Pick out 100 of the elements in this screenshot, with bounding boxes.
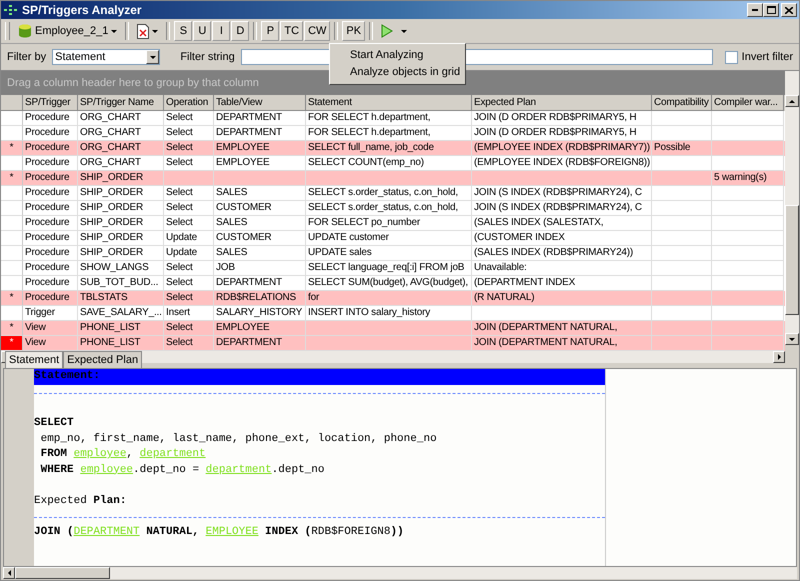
table-cell: ORG_CHART: [78, 111, 164, 126]
table-cell: Select: [164, 111, 214, 126]
toolbar-toggle-button[interactable]: PK: [342, 21, 366, 41]
column-header[interactable]: Compiler war...: [712, 95, 784, 111]
table-cell: [652, 111, 712, 126]
grid-row[interactable]: Procedure ORG_CHART Select DEPARTMENT FOR SELECT h.department, JOIN (D ORDER RDB$PRIMARY5, H: [1, 111, 785, 126]
caret-icon: [111, 30, 118, 32]
maximize-button[interactable]: [763, 3, 779, 17]
table-cell: SALES: [214, 186, 306, 201]
column-header[interactable]: Table/View: [214, 95, 306, 111]
toolbar-toggle-button[interactable]: S: [174, 21, 192, 41]
table-cell: [712, 246, 784, 261]
row-indicator[interactable]: [1, 246, 23, 261]
grid-row[interactable]: Procedure SHIP_ORDER Select SALES FOR SELECT po_number (SALES INDEX (SALESTATX,: [1, 216, 785, 231]
table-cell: (R NATURAL): [472, 291, 652, 306]
table-cell: Procedure: [23, 261, 78, 276]
table-cell: [712, 201, 784, 216]
table-cell: Select: [164, 261, 214, 276]
table-cell: SHIP_ORDER: [78, 246, 164, 261]
table-cell: Unavailable:: [472, 261, 652, 276]
toolbar-toggle-button[interactable]: D: [231, 21, 250, 41]
filter-by-label: Filter by: [7, 51, 46, 63]
table-cell: SELECT s.order_status, c.on_hold,: [306, 201, 472, 216]
column-header[interactable]: Statement: [306, 95, 472, 111]
row-indicator[interactable]: *: [1, 336, 23, 351]
table-cell: ORG_CHART: [78, 141, 164, 156]
table-cell: [712, 216, 784, 231]
table-cell: Select: [164, 141, 214, 156]
vertical-scrollbar[interactable]: [785, 71, 799, 345]
grid-row[interactable]: Procedure SHIP_ORDER Select SALES SELECT s.order_status, c.on_hold, JOIN (S INDEX (RDB$PRIMARY24), C: [1, 186, 785, 201]
table-cell: [652, 216, 712, 231]
grid-row[interactable]: Procedure SHIP_ORDER Update CUSTOMER UPDATE customer (CUSTOMER INDEX: [1, 231, 785, 246]
table-cell: Procedure: [23, 171, 78, 186]
table-cell: SHIP_ORDER: [78, 216, 164, 231]
toolbar-toggle-button[interactable]: I: [212, 21, 230, 41]
table-cell: Procedure: [23, 231, 78, 246]
minimize-icon: [752, 9, 758, 11]
row-indicator[interactable]: [1, 231, 23, 246]
row-indicator[interactable]: [1, 201, 23, 216]
table-cell: SALES: [214, 216, 306, 231]
grid-row[interactable]: Procedure SHIP_ORDER Select CUSTOMER SELECT s.order_status, c.on_hold, JOIN (S INDEX (RDB$PRIMARY24), C: [1, 201, 785, 216]
grid-row[interactable]: * Procedure ORG_CHART Select EMPLOYEE SELECT full_name, job_code (EMPLOYEE INDEX (RDB$PRIMARY7)) Possible: [1, 141, 785, 156]
scroll-thumb[interactable]: [785, 205, 799, 315]
menu-item[interactable]: Start Analyzing: [330, 47, 465, 64]
table-cell: Procedure: [23, 186, 78, 201]
database-dropdown[interactable]: Employee_2_1: [14, 21, 122, 41]
table-cell: [652, 261, 712, 276]
toolbar-toggle-button[interactable]: TC: [280, 21, 304, 41]
play-icon: [381, 24, 394, 38]
table-cell: [652, 231, 712, 246]
table-cell: UPDATE customer: [306, 231, 472, 246]
row-indicator[interactable]: *: [1, 141, 23, 156]
caret-icon: [401, 30, 408, 32]
table-cell: RDB$RELATIONS: [214, 291, 306, 306]
code-line: emp_no, first_name, last_name, phone_ext, location, phone_no: [40, 432, 437, 446]
table-cell: [652, 171, 712, 186]
toolbar-toggle-button[interactable]: P: [261, 21, 280, 41]
grid-row[interactable]: * Procedure SHIP_ORDER 5 warning(s): [1, 171, 785, 186]
app-icon: [4, 4, 18, 16]
row-indicator[interactable]: [1, 111, 23, 126]
grid-row[interactable]: Procedure SHOW_LANGS Select JOB SELECT language_req[:i] FROM joB Unavailable:: [1, 261, 785, 276]
minimize-button[interactable]: [747, 3, 763, 17]
table-cell: SHIP_ORDER: [78, 231, 164, 246]
row-indicator[interactable]: *: [1, 291, 23, 306]
row-indicator[interactable]: *: [1, 171, 23, 186]
grid-row[interactable]: * Procedure TBLSTATS Select RDB$RELATIONS for (R NATURAL): [1, 291, 785, 306]
tab[interactable]: Statement: [5, 351, 64, 368]
menu-item[interactable]: Analyze objects in grid: [330, 64, 465, 81]
column-header[interactable]: Operation: [164, 95, 214, 111]
row-indicator[interactable]: [1, 261, 23, 276]
table-cell: JOIN (D ORDER RDB$PRIMARY5, H: [472, 111, 652, 126]
tab[interactable]: Expected Plan: [63, 351, 142, 368]
table-cell: (CUSTOMER INDEX: [472, 231, 652, 246]
column-header[interactable]: SP/Trigger: [23, 95, 78, 111]
invert-filter-checkbox[interactable]: [724, 50, 738, 64]
toolbar-toggle-button[interactable]: CW: [304, 21, 330, 41]
horizontal-scrollbar[interactable]: [3, 567, 797, 579]
close-icon: [785, 6, 793, 14]
filter-string-label: Filter string: [180, 51, 235, 63]
column-header[interactable]: SP/Trigger Name: [78, 95, 164, 111]
filter-by-dropdown[interactable]: Statement: [52, 49, 160, 65]
table-cell: SHIP_ORDER: [78, 201, 164, 216]
row-indicator[interactable]: [1, 186, 23, 201]
table-cell: Procedure: [23, 216, 78, 231]
grid-row[interactable]: * View PHONE_LIST Select EMPLOYEE JOIN (DEPARTMENT NATURAL,: [1, 321, 785, 336]
table-cell: Select: [164, 291, 214, 306]
table-cell: Possible: [652, 141, 712, 156]
table-cell: Update: [164, 231, 214, 246]
row-indicator[interactable]: [1, 216, 23, 231]
code-line: WHERE employee.dept_no = department.dept_no: [40, 462, 324, 478]
column-header[interactable]: Compatibility: [652, 95, 712, 111]
table-cell: SELECT full_name, job_code: [306, 141, 472, 156]
close-button[interactable]: [781, 3, 797, 17]
column-header[interactable]: Expected Plan: [472, 95, 652, 111]
table-cell: CUSTOMER: [214, 231, 306, 246]
table-cell: Procedure: [23, 141, 78, 156]
grid-row[interactable]: Procedure SHIP_ORDER Update SALES UPDATE sales (SALES INDEX (RDB$PRIMARY24)): [1, 246, 785, 261]
toolbar-toggle-button[interactable]: U: [193, 21, 212, 41]
grid-row[interactable]: * View PHONE_LIST Select DEPARTMENT JOIN (DEPARTMENT NATURAL,: [1, 336, 785, 351]
scroll-thumb[interactable]: [15, 567, 110, 579]
